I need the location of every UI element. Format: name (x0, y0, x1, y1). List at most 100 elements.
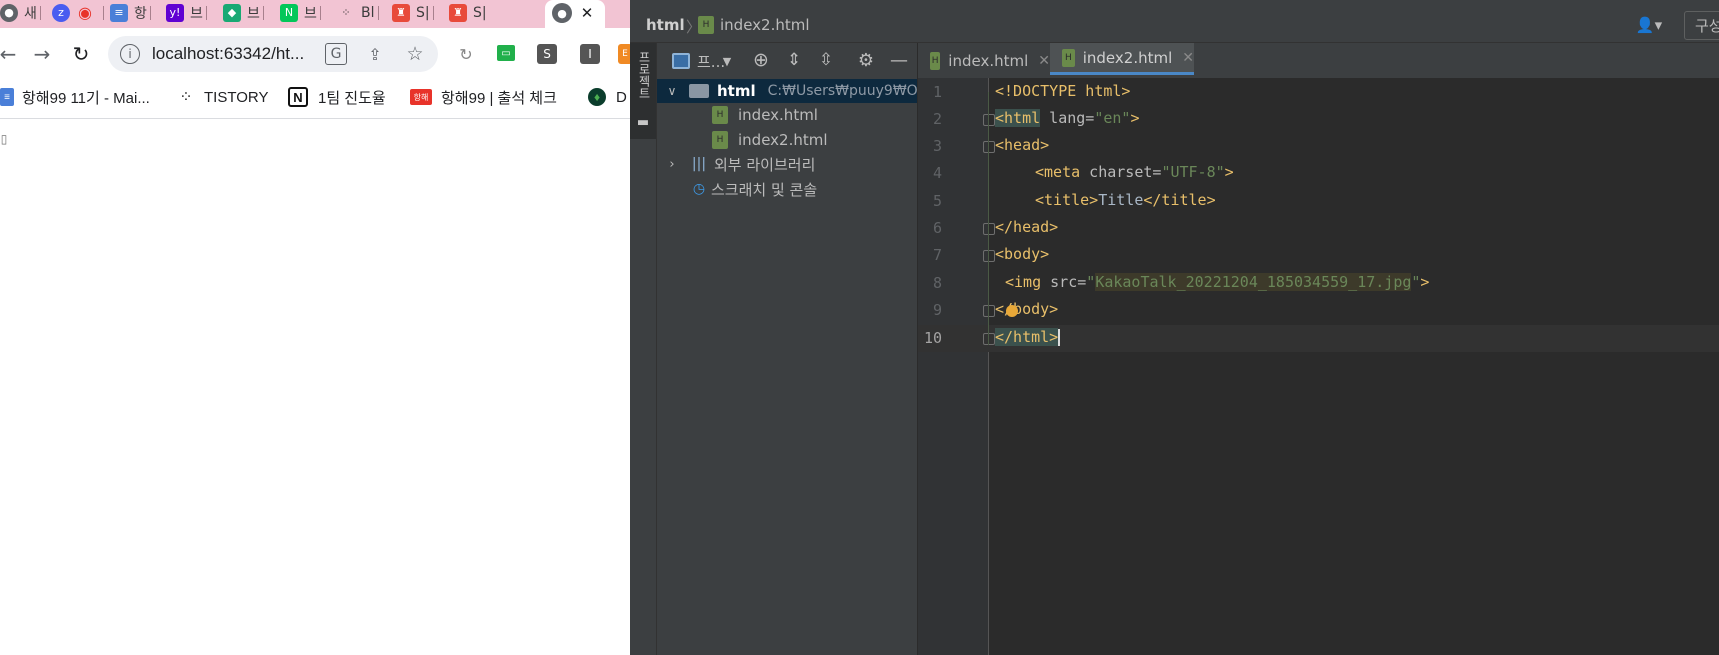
fold-marker-icon[interactable] (983, 305, 995, 317)
browser-tab[interactable]: ≡ 항 (110, 0, 151, 25)
tree-item-label: index2.html (738, 131, 828, 149)
browser-tab[interactable]: ♜ S| (392, 0, 434, 25)
helmet-icon: ♜ (449, 3, 467, 22)
bookmark-item[interactable]: ⁘ TISTORY (178, 86, 268, 108)
project-tool-tab[interactable]: 프로젝트 ▬ (630, 43, 656, 139)
code-line: </head> (995, 214, 1058, 241)
breadcrumb-root[interactable]: html (646, 16, 685, 34)
fold-marker-icon[interactable] (983, 223, 995, 235)
code-token: <!DOCTYPE html> (995, 82, 1131, 100)
bookmark-item[interactable]: N 1팀 진도율 (288, 86, 386, 108)
browser-window: ● 새 z ◉ ≡ 항 y! 브 ◆ 브 N 브 ⁘ Bl ♜ S| ♜ S| (0, 0, 630, 655)
browser-tab[interactable]: ⁘ Bl (337, 0, 379, 25)
html-file-icon: H (712, 106, 728, 124)
line-number: 6 (932, 219, 942, 237)
code-token: <head> (995, 136, 1050, 154)
stack-icon: ≡ (110, 3, 128, 22)
line-number: 8 (932, 274, 942, 292)
extension-i-icon[interactable]: I (580, 44, 600, 64)
fold-marker-icon[interactable] (983, 114, 995, 126)
extension-orange-icon[interactable]: E (618, 44, 630, 64)
fold-marker-icon[interactable] (983, 141, 995, 153)
tree-item-html-folder[interactable]: ∨ html C:₩Users₩puuy9₩OneD (665, 79, 946, 103)
share-icon[interactable]: ⇪ (364, 43, 386, 65)
minimize-icon[interactable]: — (888, 49, 910, 71)
browser-tab[interactable]: z ◉ (52, 0, 104, 25)
collapse-all-icon[interactable]: ⇳ (815, 49, 837, 71)
browser-tab[interactable]: N 브 (280, 0, 321, 25)
fold-marker-icon[interactable] (983, 250, 995, 262)
info-icon[interactable]: i (120, 44, 140, 64)
code-token: > (1130, 109, 1140, 127)
tab-title: Bl (361, 4, 375, 21)
code-token: <img (1005, 273, 1042, 291)
intention-bulb-icon[interactable] (1006, 305, 1018, 317)
tab-title: 브 (190, 5, 203, 22)
close-icon[interactable]: ✕ (1182, 50, 1194, 66)
reload-icon[interactable]: ↻ (69, 42, 93, 66)
code-token: </body> (995, 300, 1059, 318)
code-line: <img src="KakaoTalk_20221204_185034559_1… (1005, 269, 1429, 296)
editor-tab-label: index2.html (1082, 48, 1173, 67)
line-number: 9 (932, 301, 942, 319)
close-icon[interactable]: ✕ (1038, 53, 1050, 69)
tab-title: 항 (134, 5, 147, 22)
code-line: <meta charset="UTF-8"> (1035, 159, 1234, 186)
extension-screen-icon[interactable]: ▭ (497, 45, 515, 61)
tab-title: 새 (24, 5, 37, 22)
config-label: 구성 (1695, 17, 1719, 35)
tab-title: 브 (247, 5, 260, 22)
tree-item-index2-html[interactable]: H index2.html (712, 128, 828, 152)
extension-refresh-icon[interactable]: ↻ (455, 43, 477, 65)
scratch-console-icon: ◷ (692, 181, 706, 197)
forward-arrow-icon[interactable]: → (30, 42, 54, 66)
html-file-icon: H (930, 51, 941, 70)
tree-item-label: 스크래치 및 콘솔 (711, 180, 818, 199)
breadcrumb-file[interactable]: index2.html (720, 16, 810, 34)
bookmark-item[interactable]: 항해 항해99 | 출석 체크 (410, 86, 557, 108)
browser-tab[interactable]: ◆ 브 (223, 0, 264, 25)
close-icon[interactable]: ✕ (577, 3, 597, 23)
browser-tab[interactable]: ● 새 (0, 0, 41, 25)
browser-tab[interactable]: y! 브 (166, 0, 207, 25)
back-arrow-icon[interactable]: ← (0, 42, 16, 66)
tree-item-label: html (717, 82, 756, 100)
tree-item-external-libraries[interactable]: › ||| 외부 라이브러리 (665, 152, 815, 176)
translate-icon[interactable]: G (325, 43, 347, 65)
chevron-down-icon[interactable]: ∨ (665, 84, 679, 98)
extension-s-icon[interactable]: S (537, 44, 557, 64)
expand-all-icon[interactable]: ⇕ (783, 49, 805, 71)
browser-tab[interactable]: ♜ S| (449, 0, 487, 25)
globe-icon: ● (0, 3, 18, 22)
code-line: <body> (995, 241, 1049, 268)
chevron-down-icon[interactable]: ▼ (720, 52, 734, 70)
code-line: <head> (995, 132, 1049, 159)
code-token: > (1420, 273, 1430, 291)
bookmark-item[interactable]: ≡ 항해99 11기 - Mai... (0, 86, 150, 108)
url-text[interactable]: localhost:63342/ht... (152, 44, 304, 64)
bookmark-label: D (616, 88, 627, 106)
line-number: 3 (932, 137, 942, 155)
bookmark-item[interactable]: ♦ D (588, 86, 627, 108)
code-line: <html lang="en"> (995, 105, 1140, 132)
indent-guide (988, 92, 989, 345)
code-token: Title (1098, 191, 1144, 209)
code-token: </head> (995, 218, 1059, 236)
fold-marker-icon[interactable] (983, 333, 995, 345)
tistory-icon: ⁘ (179, 89, 193, 106)
bookmark-star-icon[interactable]: ☆ (404, 43, 426, 65)
tree-item-index-html[interactable]: H index.html (712, 103, 818, 127)
tab-title: S| (473, 4, 487, 21)
config-dropdown[interactable]: 구성 (1684, 11, 1719, 40)
editor-tab-index2-html[interactable]: H index2.html ✕ (1050, 43, 1194, 75)
locate-icon[interactable]: ⊕ (750, 49, 772, 71)
tree-item-label: 외부 라이브러리 (714, 155, 816, 174)
gear-icon[interactable]: ⚙ (855, 49, 877, 71)
line-number: 7 (932, 246, 942, 264)
chevron-right-icon[interactable]: › (665, 157, 679, 172)
tree-item-scratches[interactable]: ◷ 스크래치 및 콘솔 (689, 177, 817, 201)
line-number: 5 (932, 192, 942, 210)
user-menu-icon[interactable]: 👤▾ (1632, 15, 1666, 35)
hanghae-icon: 항해 (410, 89, 432, 105)
editor-tab-index-html[interactable]: H index.html ✕ (918, 43, 1050, 78)
